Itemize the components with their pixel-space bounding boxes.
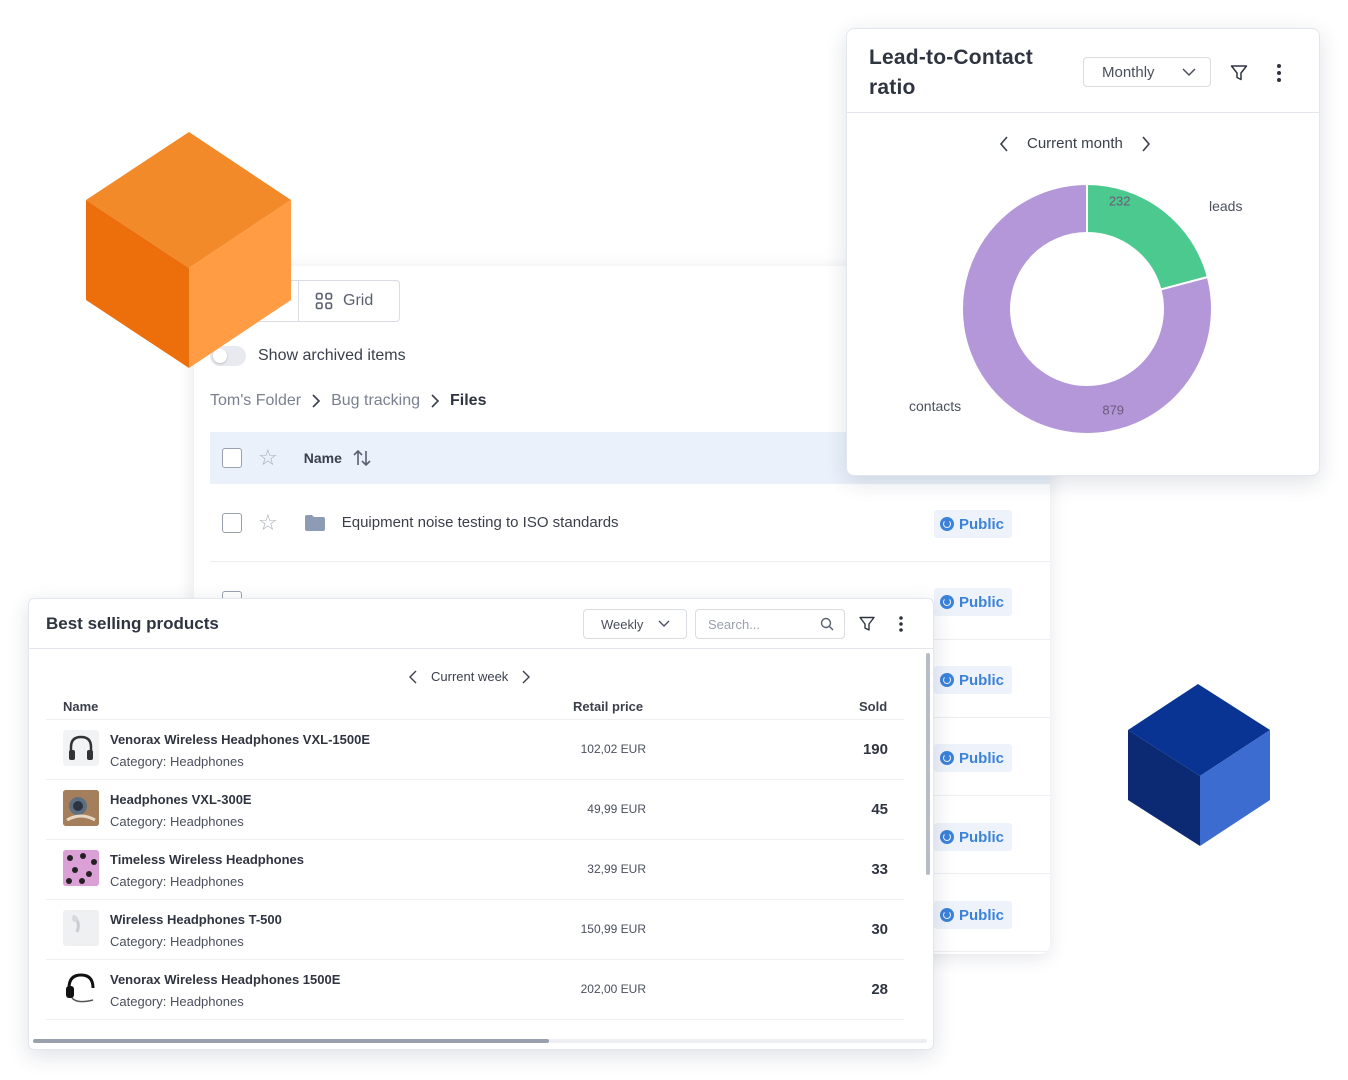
- breadcrumb-item[interactable]: Bug tracking: [331, 392, 420, 410]
- more-options-button[interactable]: [893, 613, 909, 635]
- more-vertical-icon: [899, 616, 903, 632]
- headphones-pink-pattern-icon: [63, 850, 99, 886]
- globe-icon: [940, 830, 954, 844]
- public-label: Public: [959, 593, 1005, 611]
- product-sold: 45: [871, 801, 888, 818]
- public-badge: Public: [934, 901, 1012, 929]
- row-checkbox[interactable]: [222, 512, 242, 533]
- donut-value-leads: 232: [1109, 194, 1131, 209]
- headphones-white-icon: [63, 910, 99, 946]
- headset-icon: [63, 970, 99, 1006]
- donut-slice-leads[interactable]: [1086, 182, 1210, 291]
- public-badge: Public: [934, 823, 1012, 851]
- breadcrumb-item[interactable]: Tom's Folder: [210, 392, 301, 410]
- chevron-right-icon: [312, 394, 321, 408]
- grid-view-button[interactable]: Grid: [299, 281, 399, 321]
- file-name[interactable]: Equipment noise testing to ISO standards: [342, 514, 619, 531]
- filter-icon: [859, 616, 875, 631]
- chevron-right-icon[interactable]: [522, 670, 531, 684]
- product-name: Timeless Wireless Headphones: [110, 852, 305, 867]
- globe-icon: [940, 908, 954, 922]
- product-sold: 33: [871, 861, 888, 878]
- donut-value-contacts: 879: [1102, 402, 1124, 417]
- headphones-black-icon: [63, 730, 99, 766]
- public-label: Public: [959, 749, 1005, 767]
- star-icon[interactable]: ☆: [258, 447, 278, 469]
- current-week-label: Current week: [431, 669, 509, 684]
- star-icon[interactable]: ☆: [258, 511, 278, 534]
- product-category: Category: Headphones: [110, 754, 244, 769]
- sold-column-header[interactable]: Sold: [859, 699, 887, 714]
- name-column-header[interactable]: Name: [304, 450, 342, 466]
- sell-card-header: Best selling products Weekly Search...: [29, 599, 933, 649]
- search-placeholder: Search...: [708, 616, 761, 632]
- public-label: Public: [959, 828, 1005, 846]
- headphones-photo-icon: [63, 790, 99, 826]
- search-input[interactable]: Search...: [695, 609, 845, 639]
- grid-view-label: Grid: [343, 292, 374, 309]
- chevron-left-icon[interactable]: [409, 670, 417, 684]
- product-price: 102,02 EUR: [580, 742, 646, 756]
- public-label: Public: [959, 906, 1005, 924]
- product-row[interactable]: Wireless Headphones T-500 Category: Head…: [46, 900, 904, 960]
- product-name: Wireless Headphones T-500: [110, 912, 282, 927]
- public-badge: Public: [934, 666, 1012, 694]
- product-price: 202,00 EUR: [580, 982, 646, 996]
- globe-icon: [940, 517, 954, 531]
- lead-contact-ratio-card: Lead-to-Contact ratio Monthly Current mo…: [846, 28, 1320, 476]
- search-icon: [820, 617, 834, 631]
- product-sold: 28: [871, 981, 888, 998]
- product-row[interactable]: Venorax Wireless Headphones VXL-1500E Ca…: [46, 720, 904, 780]
- public-badge: Public: [934, 510, 1012, 538]
- product-price: 150,99 EUR: [580, 922, 646, 936]
- breadcrumb-current: Files: [450, 392, 487, 409]
- donut-label-contacts: contacts: [909, 398, 961, 414]
- filter-button[interactable]: [857, 613, 877, 635]
- folder-icon: [304, 514, 325, 531]
- product-row[interactable]: Headphones VXL-300E Category: Headphones…: [46, 780, 904, 840]
- product-sold: 190: [862, 741, 888, 758]
- globe-icon: [940, 751, 954, 765]
- product-category: Category: Headphones: [110, 934, 244, 949]
- horizontal-scrollbar[interactable]: [33, 1039, 549, 1043]
- chevron-down-icon: [658, 620, 670, 627]
- price-column-header[interactable]: Retail price: [573, 699, 643, 714]
- donut-label-leads: leads: [1209, 198, 1242, 214]
- product-category: Category: Headphones: [110, 874, 244, 889]
- public-badge: Public: [934, 744, 1012, 772]
- orange-cube-graphic: [86, 132, 291, 368]
- week-navigation: Current week: [409, 669, 531, 684]
- grid-icon: [315, 292, 333, 310]
- chevron-right-icon: [431, 394, 440, 408]
- product-name: Venorax Wireless Headphones 1500E: [110, 972, 341, 987]
- vertical-scrollbar[interactable]: [926, 653, 930, 875]
- product-category: Category: Headphones: [110, 994, 244, 1009]
- week-dropdown-value: Weekly: [601, 616, 644, 632]
- public-label: Public: [959, 671, 1005, 689]
- select-all-checkbox[interactable]: [222, 448, 242, 468]
- public-badge: Public: [934, 588, 1012, 616]
- breadcrumb: Tom's Folder Bug tracking Files: [210, 392, 486, 410]
- file-row[interactable]: ☆ Equipment noise testing to ISO standar…: [210, 484, 1050, 562]
- public-label: Public: [959, 515, 1005, 533]
- product-name: Headphones VXL-300E: [110, 792, 252, 807]
- product-price: 49,99 EUR: [587, 802, 646, 816]
- product-row[interactable]: Venorax Wireless Headphones 1500E Catego…: [46, 960, 904, 1020]
- blue-cube-graphic: [1128, 684, 1270, 846]
- globe-icon: [940, 673, 954, 687]
- sell-card-title: Best selling products: [46, 614, 219, 633]
- globe-icon: [940, 595, 954, 609]
- product-row[interactable]: Timeless Wireless Headphones Category: H…: [46, 840, 904, 900]
- sort-icon[interactable]: [352, 449, 372, 467]
- product-name: Venorax Wireless Headphones VXL-1500E: [110, 732, 370, 747]
- best-selling-products-card: Best selling products Weekly Search... C…: [28, 598, 934, 1050]
- lead-contact-donut-chart: 232 leads 879 contacts: [909, 182, 1242, 435]
- product-price: 32,99 EUR: [587, 862, 646, 876]
- week-dropdown[interactable]: Weekly: [583, 609, 687, 639]
- product-sold: 30: [871, 921, 888, 938]
- product-category: Category: Headphones: [110, 814, 244, 829]
- name-column-header[interactable]: Name: [63, 699, 98, 714]
